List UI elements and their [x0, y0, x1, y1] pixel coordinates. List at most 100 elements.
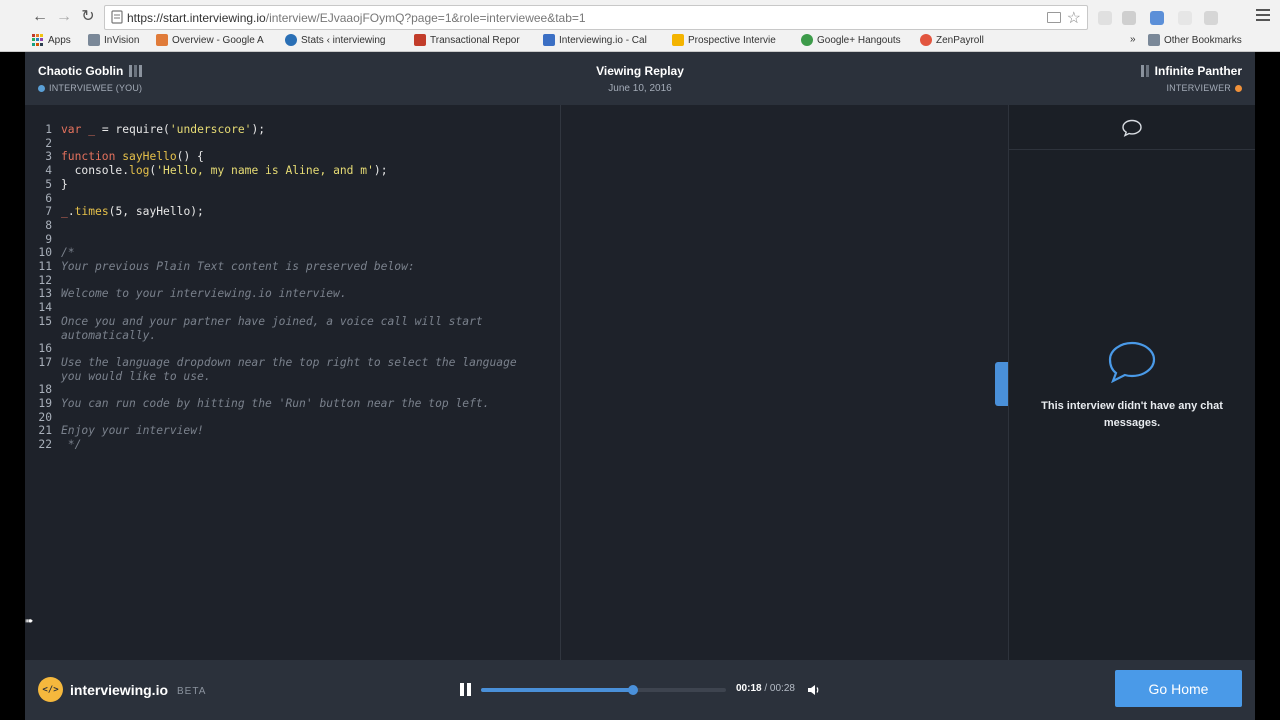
beta-badge: BETA [177, 685, 207, 697]
line-code: _.times(5, sayHello); [61, 205, 204, 219]
replay-title-block: Viewing Replay June 10, 2016 [25, 64, 1255, 94]
extension-icon[interactable] [1204, 11, 1218, 25]
zenpayroll-icon [920, 34, 932, 46]
interview-date: June 10, 2016 [608, 83, 672, 94]
line-code: you would like to use. [61, 369, 211, 383]
playback-scrubber-handle[interactable] [627, 685, 638, 695]
chat-empty-message: This interview didn't have any chat mess… [1041, 400, 1223, 429]
bookmarks-bar: Apps InVision Overview - Google A Stats … [0, 31, 1280, 51]
line-number: 14 [38, 301, 52, 315]
line-code: } [61, 177, 68, 191]
browser-toolbar: ← → ↻ https://start.interviewing.io/inte… [0, 3, 1280, 30]
interviewer-name: Infinite Panther [1154, 64, 1242, 78]
folder-icon [88, 34, 100, 46]
page-title: Viewing Replay [596, 64, 684, 78]
current-time: 00:18 [736, 683, 762, 694]
line-code: var _ = require('underscore'); [61, 123, 266, 136]
bookmarks-overflow-button[interactable]: » [1130, 34, 1136, 45]
line-code: console.log('Hello, my name is Aline, an… [61, 164, 388, 178]
bookmark-item[interactable]: Google+ Hangouts [801, 34, 901, 46]
mouse-cursor-icon: ➠ [25, 616, 34, 627]
hangouts-icon [801, 34, 813, 46]
brand-logo[interactable]: </> interviewing.io BETA [38, 677, 206, 702]
drive-icon [672, 34, 684, 46]
extension-icon[interactable] [1178, 11, 1192, 25]
browser-chrome: ← → ↻ https://start.interviewing.io/inte… [0, 0, 1280, 52]
gmail-icon [414, 34, 426, 46]
playback-progress-bar[interactable] [481, 685, 726, 695]
interviewer-role: INTERVIEWER [1166, 83, 1231, 93]
line-number: 4 [45, 164, 52, 178]
code-brackets-icon: </> [38, 677, 63, 702]
line-code: Use the language dropdown near the top r… [61, 355, 517, 369]
calendar-icon [543, 34, 555, 46]
line-number: 19 [38, 397, 52, 410]
go-home-button[interactable]: Go Home [1115, 670, 1242, 707]
address-bar[interactable]: https://start.interviewing.io/interview/… [104, 5, 1088, 30]
bookmark-item[interactable]: ZenPayroll [920, 34, 984, 46]
forward-arrow-icon[interactable]: → [54, 7, 74, 27]
line-code: */ [61, 438, 82, 452]
page-info-icon[interactable] [111, 10, 123, 24]
wordpress-icon [285, 34, 297, 46]
bookmark-item[interactable]: Prospective Intervie [672, 34, 776, 46]
bookmark-item[interactable]: Interviewing.io - Cal [543, 34, 647, 46]
line-number: 12 [38, 273, 52, 287]
back-arrow-icon[interactable]: ← [30, 7, 50, 27]
line-number: 9 [45, 232, 52, 246]
playback-progress-fill [481, 688, 633, 692]
panel-resize-handle[interactable] [995, 362, 1008, 406]
line-number: 16 [38, 342, 52, 356]
status-dot [1235, 84, 1242, 92]
cast-icon[interactable] [1047, 12, 1061, 23]
line-number: 11 [38, 260, 52, 273]
line-code: /* [61, 246, 75, 260]
url-text: https://start.interviewing.io/interview/… [127, 11, 586, 25]
extension-icon[interactable] [1098, 11, 1112, 25]
chat-panel: This interview didn't have any chat mess… [1008, 105, 1255, 660]
line-number: 6 [45, 191, 52, 205]
line-code: automatically. [61, 328, 157, 342]
playback-time: 00:18 / 00:28 [736, 683, 795, 694]
line-number: 10 [38, 246, 52, 260]
line-number: 17 [38, 355, 52, 369]
line-code: You can run code by hitting the 'Run' bu… [61, 397, 490, 410]
browser-menu-icon[interactable] [1256, 9, 1270, 24]
bookmark-star-icon[interactable]: ☆ [1067, 8, 1081, 28]
bookmark-item[interactable]: Apps [32, 34, 71, 46]
line-code: Enjoy your interview! [61, 424, 204, 438]
line-number: 15 [38, 314, 52, 328]
apps-grid-icon [32, 34, 44, 46]
line-number: 2 [45, 136, 52, 150]
line-code: function sayHello() { [61, 150, 204, 164]
extension-icon[interactable] [1150, 11, 1164, 25]
chat-bubble-icon [1108, 341, 1156, 384]
total-time: 00:28 [769, 683, 795, 694]
chat-empty-state: This interview didn't have any chat mess… [1009, 341, 1255, 432]
chat-bubble-icon[interactable] [1121, 119, 1143, 137]
line-number: 1 [45, 123, 52, 136]
code-editor[interactable]: 1 var _ = require('underscore'); 2 3 functio… [25, 105, 561, 660]
output-panel [562, 105, 1008, 660]
volume-icon[interactable] [807, 684, 821, 696]
reload-icon[interactable]: ↻ [78, 7, 98, 27]
bookmark-item[interactable]: Transactional Repor [414, 34, 520, 46]
line-number: 22 [38, 438, 52, 452]
bookmark-item[interactable]: InVision [88, 34, 139, 46]
analytics-icon [156, 34, 168, 46]
line-number: 20 [38, 410, 52, 424]
line-number: 5 [45, 177, 52, 191]
line-code: Once you and your partner have joined, a… [61, 314, 483, 328]
folder-icon [1148, 34, 1160, 46]
interviewer-info: Infinite Panther INTERVIEWER [1140, 64, 1242, 93]
line-number: 21 [38, 424, 52, 438]
line-number: 13 [38, 287, 52, 301]
line-number: 18 [38, 383, 52, 397]
pause-icon[interactable] [460, 683, 472, 696]
chat-header [1009, 105, 1255, 150]
other-bookmarks-folder[interactable]: Other Bookmarks [1148, 34, 1242, 46]
bookmark-item[interactable]: Overview - Google A [156, 34, 264, 46]
bookmark-item[interactable]: Stats ‹ interviewing [285, 34, 385, 46]
replay-header: Chaotic Goblin INTERVIEWEE (YOU) Viewing… [25, 52, 1255, 105]
extension-icon[interactable] [1122, 11, 1136, 25]
